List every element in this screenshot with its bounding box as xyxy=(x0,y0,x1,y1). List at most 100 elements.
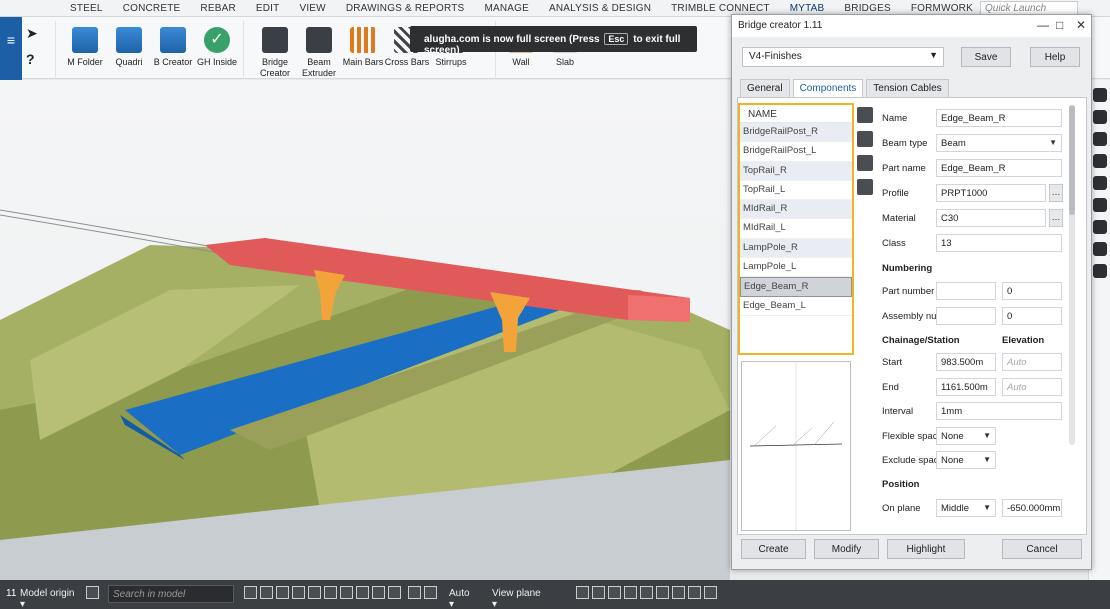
pointer-tool-icon[interactable] xyxy=(592,586,605,599)
graduation-icon[interactable] xyxy=(1092,132,1107,146)
snap-tool-icon[interactable] xyxy=(292,586,305,599)
globe-icon[interactable] xyxy=(1092,154,1107,168)
list-item[interactable]: BridgeRailPost_R xyxy=(740,123,852,143)
beam-type-dropdown[interactable]: Beam xyxy=(936,134,1062,152)
end-elevation-field[interactable]: Auto xyxy=(1002,378,1062,396)
tab-tension-cables[interactable]: Tension Cables xyxy=(866,79,949,97)
add-origin-icon[interactable] xyxy=(86,586,99,599)
list-item[interactable]: TopRail_L xyxy=(740,181,852,201)
pointer-tool-icon[interactable] xyxy=(704,586,717,599)
copy-icon[interactable] xyxy=(857,155,873,171)
list-item[interactable]: MIdRail_R xyxy=(740,200,852,220)
highlight-button[interactable]: Highlight xyxy=(887,539,965,559)
minimize-icon[interactable]: — xyxy=(1037,18,1049,32)
start-field[interactable]: 983.500m xyxy=(936,353,996,371)
snap-tool-icon[interactable] xyxy=(260,586,273,599)
scrollbar-thumb[interactable] xyxy=(1069,105,1075,215)
snap-tool-icon[interactable] xyxy=(356,586,369,599)
part-number-field[interactable]: 0 xyxy=(1002,282,1062,300)
menu-edit[interactable]: EDIT xyxy=(246,0,290,17)
maximize-icon[interactable]: □ xyxy=(1056,18,1063,32)
on-plane-offset-field[interactable]: -650.000mm xyxy=(1002,499,1062,517)
list-item[interactable]: TopRail_R xyxy=(740,161,852,181)
pointer-tool-icon[interactable] xyxy=(608,586,621,599)
list-item-selected[interactable]: Edge_Beam_R xyxy=(740,277,852,297)
list-item[interactable]: LampPole_L xyxy=(740,258,852,278)
list-item[interactable]: LampPole_R xyxy=(740,238,852,259)
snap-tool-icon[interactable] xyxy=(340,586,353,599)
class-field[interactable]: 13 xyxy=(936,234,1062,252)
search-in-model-input[interactable]: Search in model xyxy=(108,585,234,603)
settings-icon[interactable] xyxy=(1092,110,1107,124)
exclude-spacing-dropdown[interactable]: None xyxy=(936,451,996,469)
pointer-tool-icon[interactable] xyxy=(576,586,589,599)
create-button[interactable]: Create xyxy=(741,539,806,559)
view-plane-dropdown[interactable]: View plane ▾ xyxy=(486,585,548,609)
close-icon[interactable]: ✕ xyxy=(1076,18,1086,32)
quick-launch-input[interactable]: Quick Launch xyxy=(980,1,1078,15)
list-item[interactable]: MIdRail_L xyxy=(740,219,852,239)
snap-tool-icon[interactable] xyxy=(424,586,437,599)
gear-icon[interactable] xyxy=(1092,198,1107,212)
bridge-creator-button[interactable]: Bridge Creator xyxy=(252,27,298,79)
modify-button[interactable]: Modify xyxy=(814,539,879,559)
snap-tool-icon[interactable] xyxy=(308,586,321,599)
part-number-prefix-field[interactable] xyxy=(936,282,996,300)
flexible-spacing-dropdown[interactable]: None xyxy=(936,427,996,445)
cube-icon[interactable] xyxy=(1092,220,1107,234)
menu-steel[interactable]: STEEL xyxy=(60,0,113,17)
snap-tool-icon[interactable] xyxy=(372,586,385,599)
pointer-tool-icon[interactable] xyxy=(688,586,701,599)
component-icon[interactable] xyxy=(1092,242,1107,256)
profile-browse-button[interactable]: … xyxy=(1049,184,1063,202)
trash-icon[interactable] xyxy=(857,179,873,195)
start-elevation-field[interactable]: Auto xyxy=(1002,353,1062,371)
beam-extruder-button[interactable]: Beam Extruder xyxy=(296,27,342,79)
gh-inside-button[interactable]: ✓ GH Inside xyxy=(194,27,240,68)
b-creator-button[interactable]: B Creator xyxy=(150,27,196,68)
expand-arrow-icon[interactable] xyxy=(1092,88,1107,102)
snap-mode-dropdown[interactable]: Auto ▾ xyxy=(443,585,481,609)
snap-tool-icon[interactable] xyxy=(408,586,421,599)
help-button[interactable]: Help xyxy=(1030,47,1080,67)
pointer-tool-icon[interactable] xyxy=(672,586,685,599)
properties-scrollbar[interactable] xyxy=(1069,105,1075,445)
pointer-tool-icon[interactable] xyxy=(640,586,653,599)
main-bars-button[interactable]: Main Bars xyxy=(340,27,386,68)
tab-components[interactable]: Components xyxy=(792,79,864,97)
tag-icon[interactable] xyxy=(1092,264,1107,278)
m-folder-button[interactable]: M Folder xyxy=(62,27,108,68)
ruler-icon[interactable] xyxy=(857,131,873,147)
part-name-field[interactable]: Edge_Beam_R xyxy=(936,159,1062,177)
snap-tool-icon[interactable] xyxy=(324,586,337,599)
assembly-prefix-field[interactable] xyxy=(936,307,996,325)
snap-tool-icon[interactable] xyxy=(388,586,401,599)
snap-tool-icon[interactable] xyxy=(244,586,257,599)
menu-manage[interactable]: MANAGE xyxy=(474,0,539,17)
profile-field[interactable]: PRPT1000 xyxy=(936,184,1046,202)
pointer-tool-icon[interactable] xyxy=(656,586,669,599)
model-origin-dropdown[interactable]: Model origin ▾ xyxy=(14,585,82,609)
cancel-button[interactable]: Cancel xyxy=(1002,539,1082,559)
material-field[interactable]: C30 xyxy=(936,209,1046,227)
tab-general[interactable]: General xyxy=(740,79,790,97)
menu-drawings-reports[interactable]: DRAWINGS & REPORTS xyxy=(336,0,475,17)
menu-rebar[interactable]: REBAR xyxy=(190,0,245,17)
pointer-tool-icon[interactable] xyxy=(624,586,637,599)
list-item[interactable]: Edge_Beam_L xyxy=(740,297,852,316)
name-field[interactable]: Edge_Beam_R xyxy=(936,109,1062,127)
components-list[interactable]: NAME BridgeRailPost_R BridgeRailPost_L T… xyxy=(738,103,854,355)
select-arrow-icon[interactable]: ➤ xyxy=(26,25,38,42)
cloud-icon[interactable] xyxy=(1092,176,1107,190)
snap-tool-icon[interactable] xyxy=(276,586,289,599)
assembly-number-field[interactable]: 0 xyxy=(1002,307,1062,325)
help-question-icon[interactable]: ? xyxy=(26,51,35,67)
interval-field[interactable]: 1mm xyxy=(936,402,1062,420)
add-component-icon[interactable] xyxy=(857,107,873,123)
menu-analysis-design[interactable]: ANALYSIS & DESIGN xyxy=(539,0,661,17)
menu-concrete[interactable]: CONCRETE xyxy=(113,0,191,17)
list-item[interactable]: BridgeRailPost_L xyxy=(740,142,852,162)
preset-dropdown[interactable]: V4-Finishes ▼ xyxy=(742,47,944,67)
material-browse-button[interactable]: … xyxy=(1049,209,1063,227)
save-button[interactable]: Save xyxy=(961,47,1011,67)
